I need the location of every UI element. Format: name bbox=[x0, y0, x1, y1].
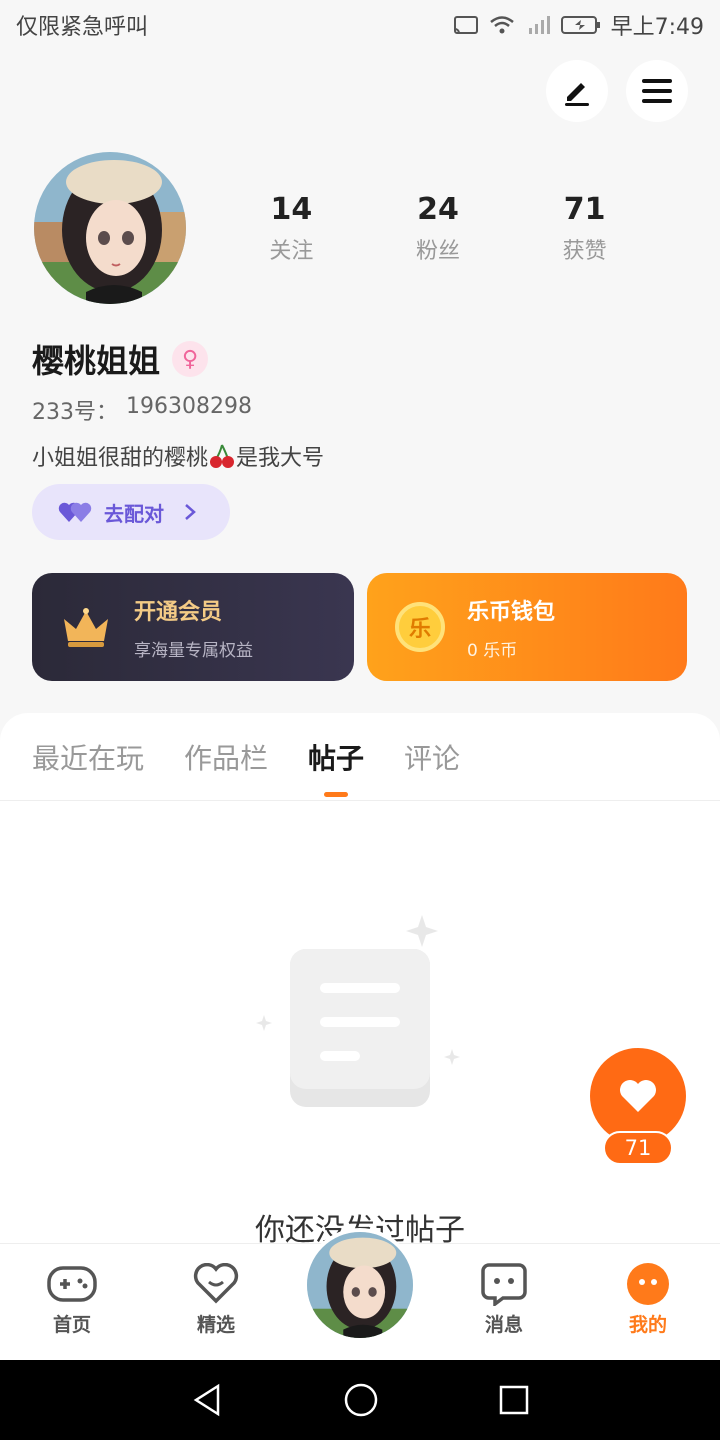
vip-card[interactable]: 开通会员 享海量专属权益 bbox=[32, 573, 354, 681]
heart-icon bbox=[620, 1080, 656, 1112]
face-icon bbox=[627, 1263, 669, 1305]
stat-number: 71 bbox=[563, 192, 606, 227]
tab-works[interactable]: 作品栏 bbox=[184, 737, 268, 777]
vip-subtitle: 享海量专属权益 bbox=[134, 640, 253, 661]
wifi-icon bbox=[489, 16, 514, 34]
heart-outline-icon bbox=[193, 1263, 239, 1304]
content-panel: 最近在玩 作品栏 帖子 评论 你还没发过帖子 bbox=[0, 713, 720, 1253]
system-navigation-bar bbox=[0, 1360, 720, 1440]
carrier-text: 仅限紧急呼叫 bbox=[16, 15, 149, 40]
vip-title: 开通会员 bbox=[134, 599, 223, 625]
stat-label: 粉丝 bbox=[415, 239, 460, 264]
nav-me[interactable]: 我的 bbox=[608, 1262, 688, 1337]
menu-icon bbox=[642, 79, 672, 103]
gamepad-icon bbox=[47, 1266, 97, 1302]
tab-posts[interactable]: 帖子 bbox=[308, 737, 364, 777]
chat-icon bbox=[481, 1263, 527, 1306]
stat-number: 14 bbox=[270, 192, 313, 227]
recents-icon[interactable] bbox=[498, 1384, 530, 1416]
nav-label: 我的 bbox=[628, 1314, 667, 1336]
clock: 早上7:49 bbox=[610, 15, 704, 40]
coin-icon: 乐 bbox=[395, 602, 445, 652]
profile-uid: 233号： 196308298 bbox=[32, 394, 252, 426]
uid-value: 196308298 bbox=[126, 394, 252, 419]
female-icon: ♀ bbox=[172, 341, 209, 377]
stat-label: 关注 bbox=[269, 239, 314, 264]
home-icon[interactable] bbox=[343, 1382, 379, 1418]
stat-followers[interactable]: 24 粉丝 bbox=[378, 192, 498, 265]
cast-icon bbox=[453, 16, 478, 34]
nav-label: 消息 bbox=[484, 1314, 523, 1336]
profile-name: 樱桃姐姐 bbox=[32, 342, 161, 380]
like-fab-button[interactable] bbox=[590, 1048, 686, 1144]
profile-stats: 14 关注 24 粉丝 71 获赞 bbox=[218, 192, 658, 265]
like-count-badge: 71 bbox=[603, 1131, 673, 1165]
wallet-card[interactable]: 乐 乐币钱包 0 乐币 bbox=[367, 573, 687, 681]
nav-label: 首页 bbox=[52, 1314, 91, 1336]
wallet-balance: 0 乐币 bbox=[467, 640, 518, 661]
nav-center-avatar[interactable] bbox=[303, 1228, 417, 1342]
pair-button-label: 去配对 bbox=[104, 501, 164, 526]
bio-text-start: 小姐姐很甜的樱桃 bbox=[32, 446, 209, 471]
nav-home[interactable]: 首页 bbox=[32, 1262, 112, 1337]
bottom-navigation: 首页 精选 消息 我的 bbox=[0, 1228, 720, 1360]
nav-messages[interactable]: 消息 bbox=[464, 1262, 544, 1337]
stat-number: 24 bbox=[417, 192, 459, 227]
avatar-illustration-icon bbox=[34, 152, 186, 304]
edit-profile-button[interactable] bbox=[546, 60, 608, 122]
bio-text-end: 是我大号 bbox=[236, 446, 325, 471]
pen-icon bbox=[565, 83, 589, 106]
tab-recent-play[interactable]: 最近在玩 bbox=[32, 737, 144, 777]
cherry-icon bbox=[210, 444, 235, 468]
profile-tabs: 最近在玩 作品栏 帖子 评论 bbox=[0, 713, 720, 801]
status-bar: 仅限紧急呼叫 早上7:49 bbox=[0, 0, 720, 50]
nav-label: 精选 bbox=[196, 1314, 235, 1336]
profile-bio: 小姐姐很甜的樱桃 是我大号 bbox=[32, 440, 324, 472]
avatar-illustration-icon bbox=[307, 1232, 413, 1338]
battery-icon bbox=[560, 16, 600, 34]
chevron-right-icon bbox=[185, 504, 196, 520]
empty-document-icon bbox=[256, 915, 460, 1107]
double-heart-icon bbox=[58, 502, 92, 522]
stat-label: 获赞 bbox=[562, 239, 607, 264]
uid-label: 233号： bbox=[32, 400, 118, 425]
pair-button[interactable]: 去配对 bbox=[32, 484, 230, 540]
crown-icon bbox=[64, 608, 108, 647]
menu-button[interactable] bbox=[626, 60, 688, 122]
back-icon[interactable] bbox=[190, 1383, 224, 1417]
signal-icon bbox=[528, 16, 550, 34]
tab-comments[interactable]: 评论 bbox=[404, 737, 460, 777]
stat-following[interactable]: 14 关注 bbox=[231, 192, 351, 265]
nav-featured[interactable]: 精选 bbox=[176, 1262, 256, 1337]
profile-avatar[interactable] bbox=[34, 152, 186, 304]
stat-likes[interactable]: 71 获赞 bbox=[525, 192, 645, 265]
wallet-title: 乐币钱包 bbox=[467, 599, 556, 625]
